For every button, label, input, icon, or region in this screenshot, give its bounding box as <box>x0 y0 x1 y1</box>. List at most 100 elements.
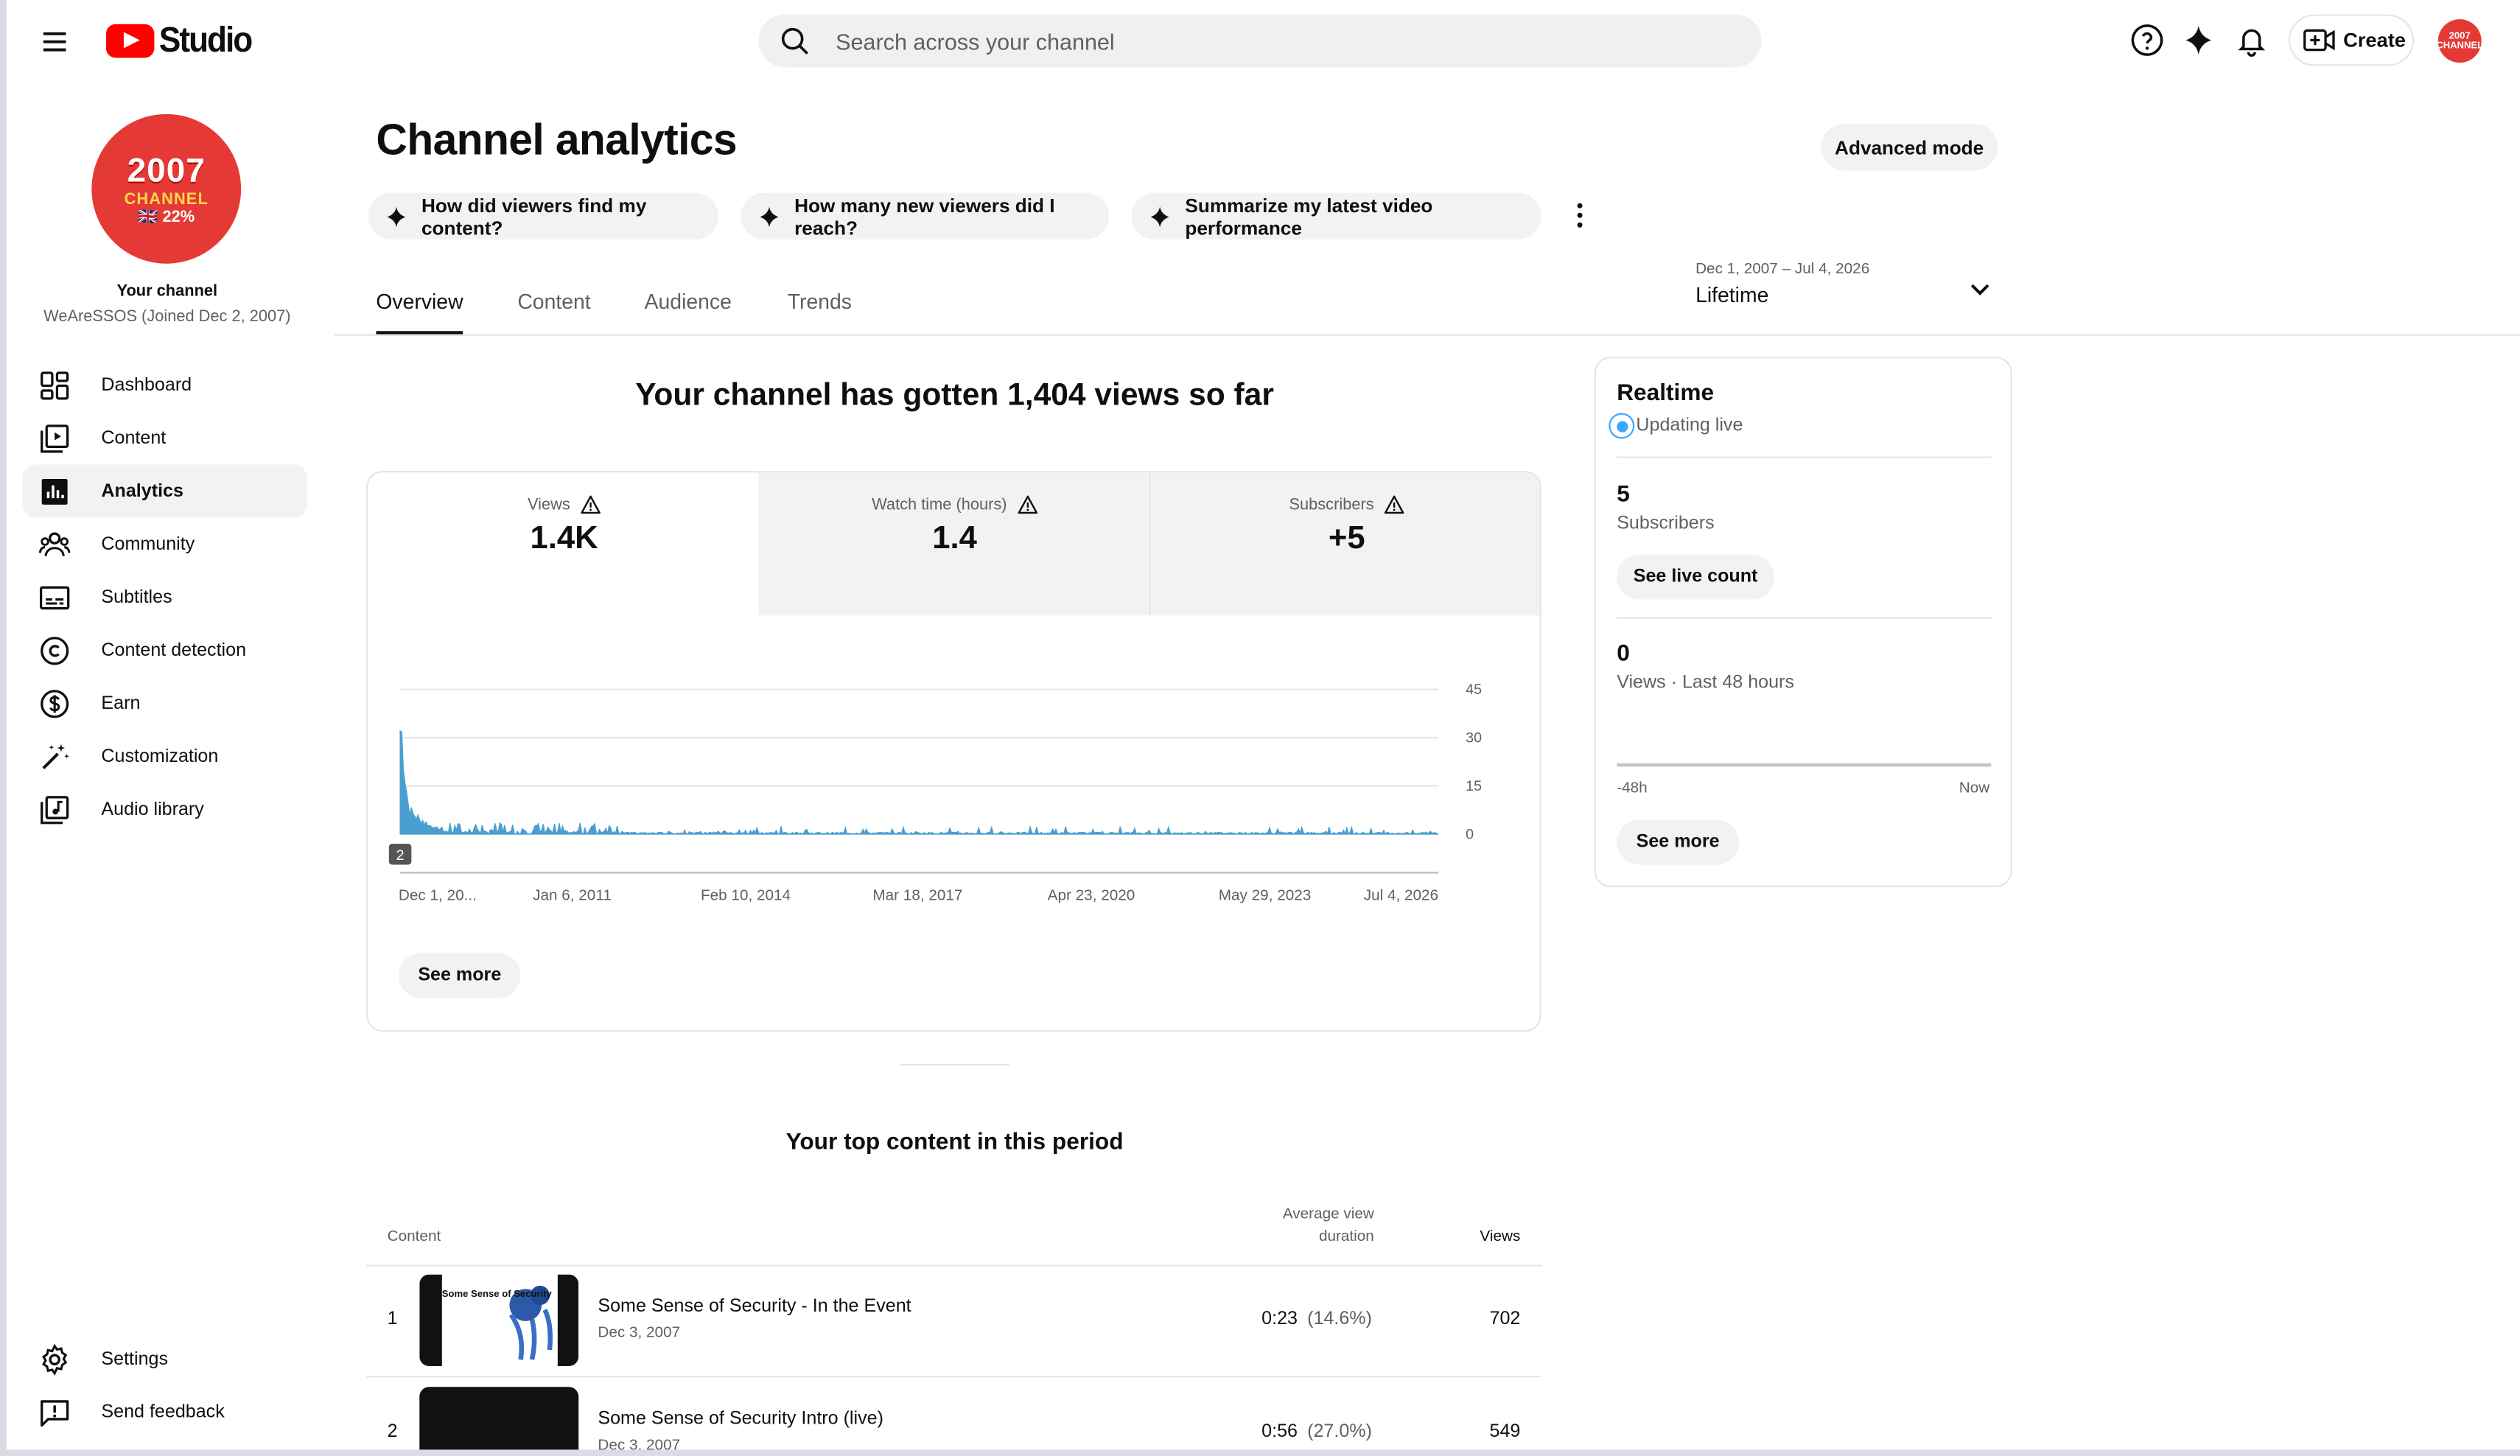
header-line: Average view <box>1282 1205 1374 1223</box>
y-tick-label: 45 <box>1466 682 1482 698</box>
column-header-content: Content <box>387 1228 441 1246</box>
sidebar-item-settings[interactable]: Settings <box>23 1332 307 1385</box>
channel-subtitle: WeAreSSOS (Joined Dec 2, 2007) <box>43 308 291 326</box>
video-marker-label: 2 <box>396 847 405 864</box>
video-title[interactable]: Some Sense of Security - In the Event <box>598 1297 911 1316</box>
realtime-status-text: Updating live <box>1636 416 1743 436</box>
advanced-mode-button[interactable]: Advanced mode <box>1821 123 1998 171</box>
y-tick-label: 15 <box>1466 778 1482 794</box>
search-bar[interactable] <box>758 14 1762 68</box>
see-live-count-button[interactable]: See live count <box>1617 554 1774 600</box>
hamburger-menu-icon[interactable] <box>35 23 74 61</box>
sidebar-item-subtitles[interactable]: Subtitles <box>23 570 307 623</box>
duration-percent: (14.6%) <box>1307 1309 1372 1329</box>
your-channel-title: Your channel <box>116 282 218 301</box>
sidebar-item-content-detection[interactable]: Content detection <box>23 623 307 676</box>
chevron-down-icon <box>1970 284 1989 295</box>
column-header-views: Views <box>1480 1228 1521 1246</box>
x-tick-label: Apr 23, 2020 <box>1048 886 1135 903</box>
x-tick-label: Feb 10, 2014 <box>701 886 791 903</box>
views-series[interactable] <box>399 729 1439 836</box>
sidebar-item-earn[interactable]: Earn <box>23 676 307 729</box>
warning-icon <box>580 495 601 514</box>
sidebar-item-audio-library[interactable]: Audio library <box>23 783 307 836</box>
tab-content[interactable]: Content <box>517 290 590 314</box>
chip-label: Summarize my latest video performance <box>1185 193 1433 239</box>
duration-value: 0:23 <box>1261 1309 1298 1329</box>
suggestion-chip-summarize[interactable]: Summarize my latest video performance <box>1131 192 1541 239</box>
sidebar-item-analytics[interactable]: Analytics <box>22 464 307 518</box>
studio-window: Studio Create 2007 CHANNEL 2007 CHANNEL … <box>0 0 2520 1456</box>
video-title[interactable]: Some Sense of Security Intro (live) <box>598 1410 883 1429</box>
logo-text: Studio <box>158 19 253 60</box>
sidebar-item-content[interactable]: Content <box>23 411 307 464</box>
tab-trends[interactable]: Trends <box>788 290 852 314</box>
y-tick-label: 0 <box>1466 827 1474 843</box>
realtime-see-more-button[interactable]: See more <box>1617 819 1739 865</box>
avg-view-duration: 0:56 (27.0%) <box>1261 1422 1372 1441</box>
tab-audience[interactable]: Audience <box>645 290 732 314</box>
sidebar-item-label: Community <box>101 534 195 554</box>
suggestion-chip-find-content[interactable]: How did viewers find my content? <box>368 192 718 239</box>
tab-overview[interactable]: Overview <box>376 290 463 314</box>
avg-view-duration: 0:23 (14.6%) <box>1261 1310 1372 1329</box>
top-bar: Studio Create 2007 CHANNEL <box>0 0 2520 83</box>
date-range-text: Dec 1, 2007 – Jul 4, 2026 <box>1695 260 1870 279</box>
bell-icon[interactable] <box>2233 21 2271 59</box>
create-button[interactable]: Create <box>2288 14 2415 66</box>
page-title: Channel analytics <box>376 116 738 164</box>
views-chart[interactable]: 45 30 15 0 Dec 1, 20... Jan 6, 2011 Feb 10, 2… <box>368 615 1541 905</box>
video-date: Dec 3, 2007 <box>598 1324 681 1343</box>
dashboard-icon <box>41 371 69 399</box>
sidebar: 2007 CHANNEL 🇬🇧 22% Your channel WeAreSS… <box>7 83 328 1449</box>
date-range-picker[interactable]: Dec 1, 2007 – Jul 4, 2026 Lifetime <box>1695 260 2001 315</box>
audio-library-icon <box>41 795 69 824</box>
search-input[interactable] <box>836 28 1672 55</box>
warning-icon <box>1017 495 1037 514</box>
suggestion-chip-new-viewers[interactable]: How many new viewers did I reach? <box>741 192 1109 239</box>
thumbnail-image: Some Sense of Security <box>419 1274 579 1366</box>
metric-tab-watch-time[interactable]: Watch time (hours) 1.4 <box>758 472 1151 616</box>
table-row[interactable]: 2 Some Sense of Security Intro (live) De… <box>366 1376 1541 1450</box>
duration-value: 0:56 <box>1261 1422 1298 1442</box>
row-rank: 2 <box>387 1422 398 1442</box>
metric-value: +5 <box>1328 520 1365 556</box>
more-options-icon[interactable] <box>1572 199 1588 231</box>
sidebar-item-label: Send feedback <box>101 1402 225 1422</box>
video-thumbnail[interactable] <box>419 1387 579 1450</box>
avatar-line-1: 2007 <box>127 152 206 189</box>
tabs-divider <box>334 334 2520 336</box>
video-thumbnail[interactable]: Some Sense of Security <box>419 1274 579 1366</box>
sidebar-item-community[interactable]: Community <box>23 517 307 570</box>
metric-label: Views <box>527 495 570 514</box>
date-range-label: Lifetime <box>1695 282 1769 307</box>
sidebar-item-send-feedback[interactable]: Send feedback <box>23 1385 307 1438</box>
copyright-icon <box>41 636 69 665</box>
sidebar-item-label: Settings <box>101 1349 169 1369</box>
metric-tab-subscribers[interactable]: Subscribers +5 <box>1150 472 1540 616</box>
magic-wand-icon <box>42 743 69 769</box>
realtime-title: Realtime <box>1617 380 1715 407</box>
table-row[interactable]: 1 Some Sense of Security Some Sense of S… <box>366 1265 1541 1376</box>
help-icon[interactable] <box>2128 21 2166 59</box>
sidebar-item-label: Content detection <box>101 640 247 660</box>
account-avatar[interactable]: 2007 CHANNEL <box>2436 19 2483 63</box>
studio-logo[interactable]: Studio <box>105 19 259 60</box>
sparkle-icon <box>1150 206 1169 227</box>
see-more-button[interactable]: See more <box>398 953 521 998</box>
sidebar-item-label: Analytics <box>101 481 183 501</box>
realtime-views-label: Views · Last 48 hours <box>1617 673 1794 693</box>
chip-label: How did viewers find my content? <box>421 193 647 239</box>
create-label: Create <box>2343 29 2406 52</box>
channel-avatar[interactable]: 2007 CHANNEL 🇬🇧 22% <box>91 113 242 264</box>
sidebar-item-customization[interactable]: Customization <box>23 729 307 783</box>
row-rank: 1 <box>387 1309 398 1329</box>
duration-percent: (27.0%) <box>1307 1422 1372 1442</box>
sparkle-icon[interactable] <box>2180 21 2218 59</box>
gear-icon <box>42 1343 68 1375</box>
sidebar-item-dashboard[interactable]: Dashboard <box>23 358 307 411</box>
warning-icon <box>1384 495 1404 514</box>
realtime-status: Updating live <box>1609 413 1743 439</box>
metric-tab-views[interactable]: Views 1.4K <box>368 472 760 615</box>
realtime-divider <box>1617 456 1992 458</box>
